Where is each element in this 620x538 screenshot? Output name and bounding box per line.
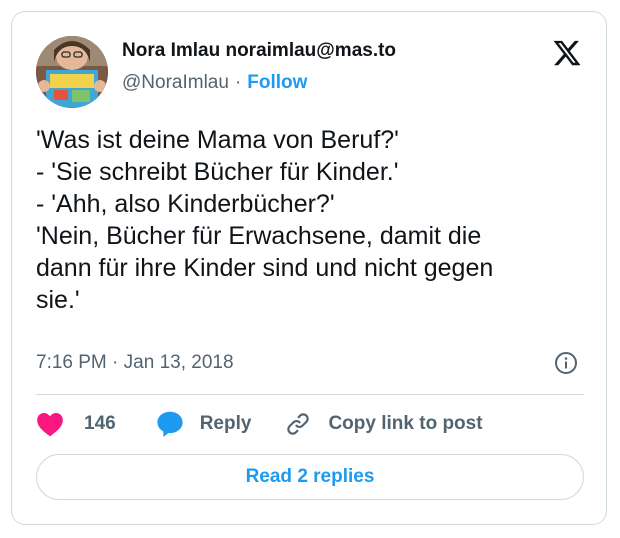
reply-button[interactable]: Reply — [156, 410, 252, 438]
like-button[interactable]: 146 — [36, 411, 116, 437]
tweet-line: sie.' — [36, 286, 80, 314]
tweet-line: - 'Ahh, also Kinderbücher?' — [36, 190, 335, 218]
x-logo-icon[interactable] — [552, 38, 582, 68]
avatar-image — [36, 36, 108, 108]
link-icon — [287, 413, 310, 435]
copy-link-label: Copy link to post — [328, 413, 483, 434]
heart-icon — [37, 413, 63, 437]
tweet-card: Nora Imlau noraimlau@mas.to @NoraImlau · F… — [11, 11, 607, 525]
author-handle-line: @NoraImlau · Follow — [122, 72, 307, 94]
tweet-timestamp[interactable]: 7:16 PM · Jan 13, 2018 — [36, 352, 234, 374]
read-replies-label: Read 2 replies — [245, 466, 375, 487]
action-bar: 146 Reply Copy link to post — [36, 409, 483, 439]
reply-label: Reply — [199, 413, 252, 434]
timestamp-separator: · — [112, 352, 119, 373]
speech-bubble-icon — [157, 411, 183, 437]
read-replies-button[interactable]: Read 2 replies — [36, 454, 584, 500]
tweet-date: Jan 13, 2018 — [123, 352, 234, 373]
tweet-line: dann für ihre Kinder sind und nicht gege… — [36, 254, 494, 282]
author-handle[interactable]: @NoraImlau — [122, 72, 229, 93]
follow-button[interactable]: Follow — [247, 72, 307, 93]
tweet-text: 'Was ist deine Mama von Beruf?' - 'Sie s… — [36, 124, 596, 316]
copy-link-button[interactable]: Copy link to post — [285, 411, 483, 437]
like-count: 146 — [84, 413, 116, 434]
info-icon[interactable] — [554, 351, 578, 375]
tweet-line: 'Was ist deine Mama von Beruf?' — [36, 126, 399, 154]
tweet-line: 'Nein, Bücher für Erwachsene, damit die — [36, 222, 482, 250]
divider — [36, 394, 584, 395]
handle-separator: · — [234, 72, 242, 93]
avatar[interactable] — [36, 36, 108, 108]
tweet-line: - 'Sie schreibt Bücher für Kinder.' — [36, 158, 399, 186]
author-display-name[interactable]: Nora Imlau noraimlau@mas.to — [122, 40, 396, 62]
tweet-time: 7:16 PM — [36, 352, 107, 373]
